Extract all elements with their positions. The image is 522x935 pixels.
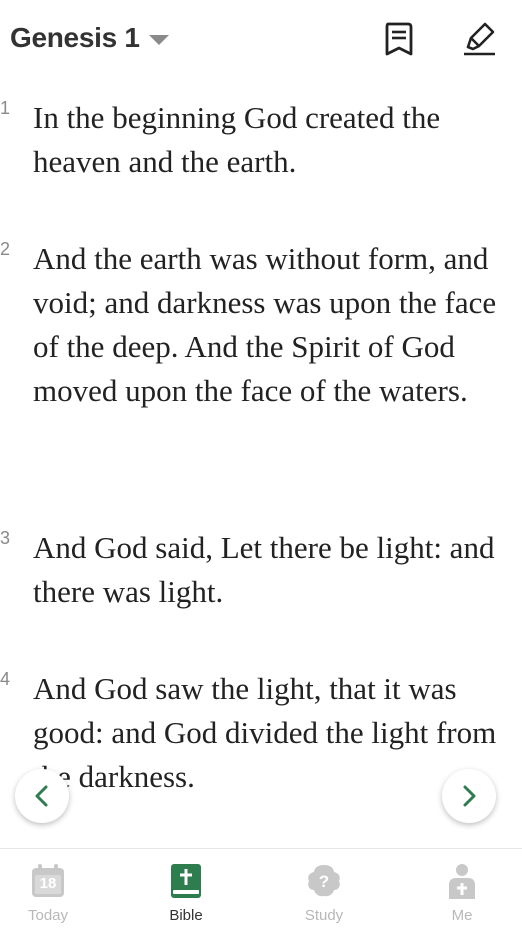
book-chapter-selector[interactable]: Genesis 1	[10, 22, 169, 54]
bible-icon	[171, 864, 201, 898]
verse-number: 4	[0, 669, 11, 689]
person-icon	[449, 864, 475, 899]
notes-icon	[385, 22, 413, 56]
verse-number: 1	[0, 98, 11, 118]
tab-me[interactable]: Me	[412, 849, 512, 935]
next-chapter-button[interactable]	[442, 769, 496, 823]
svg-text:?: ?	[319, 872, 329, 891]
tab-label: Study	[304, 907, 344, 924]
chevron-right-icon	[463, 785, 476, 807]
highlight-button[interactable]	[461, 20, 499, 58]
tab-label: Me	[451, 907, 473, 924]
top-bar: Genesis 1	[0, 0, 522, 80]
book-chapter-title: Genesis 1	[10, 22, 140, 53]
tab-bible[interactable]: Bible	[136, 849, 236, 935]
chevron-left-icon	[35, 785, 48, 807]
notes-button[interactable]	[380, 20, 418, 58]
tab-label: Today	[27, 907, 69, 924]
tab-label: Bible	[169, 907, 203, 924]
verse-text[interactable]: And the earth was without form, and void…	[33, 237, 513, 413]
verse-text[interactable]: And God said, Let there be light: and th…	[33, 526, 513, 614]
verse-text[interactable]: And God saw the light, that it was good:…	[33, 667, 513, 799]
study-icon: ?	[308, 865, 340, 897]
verse-number: 3	[0, 528, 11, 548]
calendar-date: 18	[39, 875, 57, 892]
bottom-tab-bar: 18 Today Bible ? Study Me	[0, 848, 522, 935]
highlighter-icon	[464, 22, 495, 56]
previous-chapter-button[interactable]	[15, 769, 69, 823]
scripture-reader[interactable]: 1 In the beginning God created the heave…	[0, 80, 522, 848]
tab-today[interactable]: 18 Today	[0, 849, 98, 935]
verse-text[interactable]: In the beginning God created the heaven …	[33, 96, 513, 184]
verse-number: 2	[0, 239, 11, 259]
chevron-down-icon	[148, 34, 169, 45]
tab-study[interactable]: ? Study	[274, 849, 374, 935]
